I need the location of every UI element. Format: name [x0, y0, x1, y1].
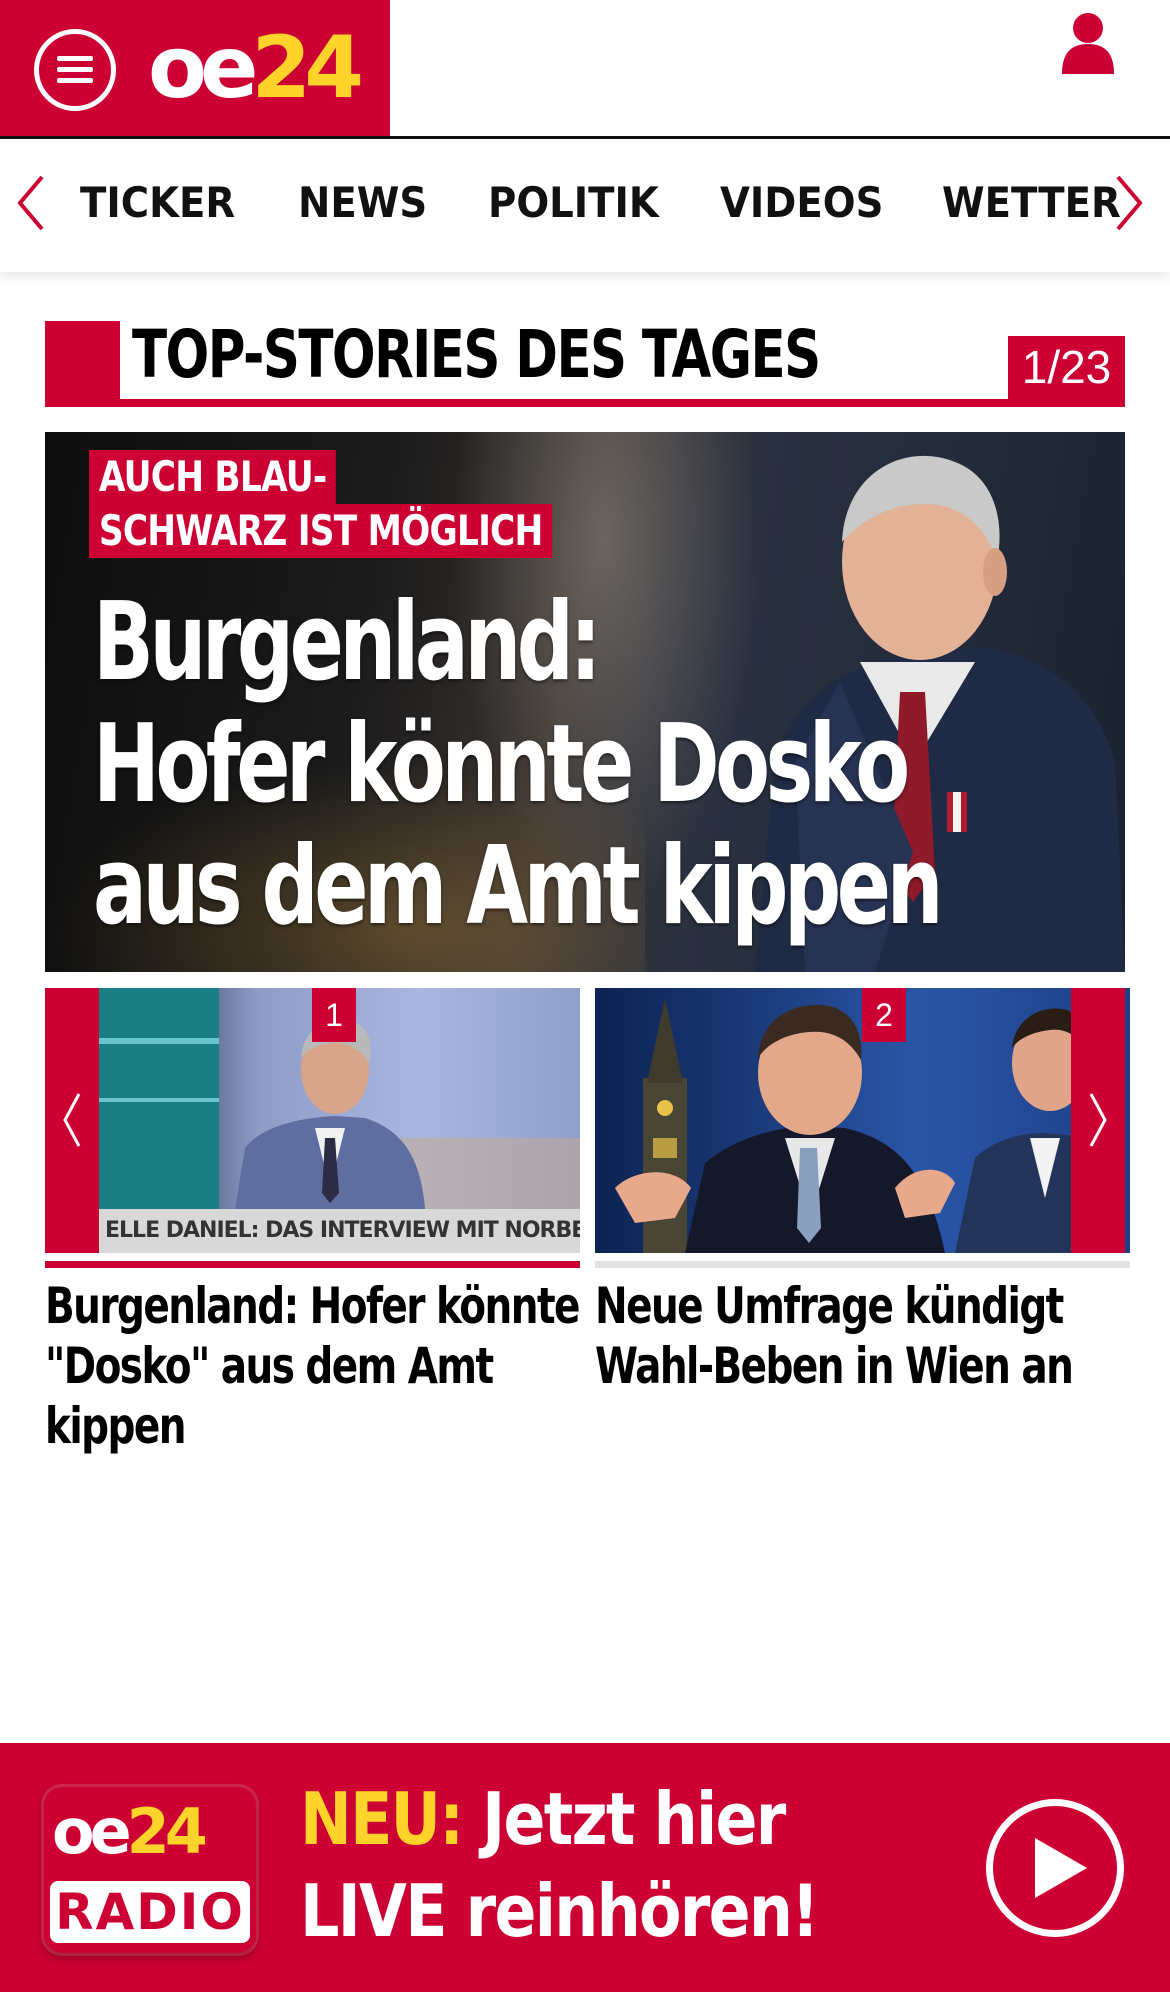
teaser-number-badge: 2 — [862, 988, 906, 1042]
radio-logo-24: 24 — [126, 1795, 208, 1868]
radio-banner[interactable]: oe24 RADIO NEU: Jetzt hier LIVE reinhöre… — [0, 1743, 1170, 1992]
radio-cta-line-2: LIVE reinhören! — [300, 1869, 820, 1953]
top-bar: oe24 — [0, 0, 1170, 139]
radio-logo-label: RADIO — [50, 1881, 250, 1943]
teaser-card[interactable]: ELLE DANIEL: DAS INTERVIEW MIT NORBERT H… — [45, 988, 580, 1456]
section-underline — [45, 399, 1125, 407]
teaser-image-caption: ELLE DANIEL: DAS INTERVIEW MIT NORBERT H… — [99, 1209, 580, 1253]
play-icon[interactable] — [986, 1799, 1124, 1937]
chevron-left-icon — [63, 1093, 81, 1147]
user-icon[interactable] — [1058, 10, 1118, 74]
hero-story[interactable]: AUCH BLAU- SCHWARZ IST MÖGLICH Burgenlan… — [45, 432, 1125, 972]
nav-item-ticker[interactable]: TICKER — [80, 177, 235, 229]
hero-kicker-line-2: SCHWARZ IST MÖGLICH — [89, 504, 553, 558]
chevron-left-icon[interactable] — [14, 173, 48, 233]
section-accent-block — [45, 321, 120, 407]
hamburger-menu-icon[interactable] — [34, 29, 116, 111]
hero-headline-line-2: Hofer könnte Dosko — [93, 702, 910, 827]
radio-cta-text[interactable]: NEU: Jetzt hier LIVE reinhören! — [300, 1773, 820, 1957]
carousel-prev-button[interactable] — [45, 988, 99, 1253]
section-title: TOP-STORIES DES TAGES — [132, 316, 821, 393]
teaser-title[interactable]: Neue Umfrage kündigt Wahl-Beben in Wien … — [595, 1276, 1133, 1396]
chevron-right-icon — [1089, 1093, 1107, 1147]
nav-item-news[interactable]: NEWS — [298, 177, 427, 229]
radio-logo: oe24 RADIO — [44, 1787, 256, 1953]
hero-headline-line-1: Burgenland: — [93, 580, 602, 705]
radio-cta-line-1: NEU: Jetzt hier — [300, 1773, 818, 1865]
site-logo[interactable]: oe24 — [148, 18, 364, 118]
teaser-inactive-indicator — [595, 1261, 1130, 1268]
teaser-image: ELLE DANIEL: DAS INTERVIEW MIT NORBERT H… — [45, 988, 580, 1253]
logo-oe-text: oe — [148, 18, 258, 118]
teaser-carousel: ELLE DANIEL: DAS INTERVIEW MIT NORBERT H… — [45, 988, 1130, 1455]
teaser-active-indicator — [45, 1261, 580, 1268]
hero-headline-line-3: aus dem Amt kippen — [93, 824, 943, 949]
hero-headline: Burgenland: Hofer könnte Dosko aus dem A… — [93, 580, 943, 949]
chevron-right-icon[interactable] — [1112, 173, 1146, 233]
teaser-card[interactable]: 2 Neue Umfrage kündigt Wahl-Beben in Wie… — [595, 988, 1130, 1396]
brand-box: oe24 — [0, 0, 390, 136]
radio-cta-prefix: NEU: — [300, 1777, 464, 1861]
nav-item-videos[interactable]: VIDEOS — [720, 177, 883, 229]
carousel-next-button[interactable] — [1071, 988, 1125, 1253]
hero-kicker-line-1: AUCH BLAU- — [89, 450, 337, 504]
logo-24-text: 24 — [251, 18, 364, 118]
story-counter: 1/23 — [1008, 336, 1125, 399]
radio-logo-wordmark: oe24 — [52, 1795, 208, 1868]
nav-item-politik[interactable]: POLITIK — [488, 177, 659, 229]
teaser-title[interactable]: Burgenland: Hofer könnte "Dosko" aus dem… — [45, 1276, 583, 1456]
category-nav: TICKER NEWS POLITIK VIDEOS WETTER — [0, 139, 1170, 272]
radio-logo-oe: oe — [52, 1795, 132, 1868]
radio-cta-line-1-text: Jetzt hier — [482, 1777, 786, 1861]
teaser-image: 2 — [595, 988, 1130, 1253]
nav-item-wetter[interactable]: WETTER — [942, 177, 1121, 229]
teaser-number-badge: 1 — [312, 988, 356, 1042]
